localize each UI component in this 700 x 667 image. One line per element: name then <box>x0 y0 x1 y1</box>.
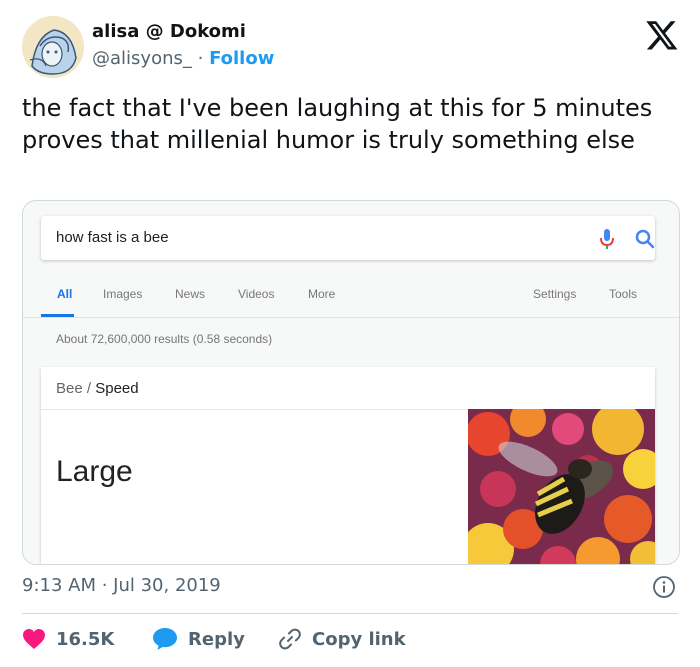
divider <box>22 613 678 614</box>
tab-tools: Tools <box>609 287 638 301</box>
reply-button[interactable]: Reply <box>152 624 245 654</box>
tab-videos: Videos <box>238 287 275 301</box>
tweet-media[interactable]: how fast is a bee All Images News Videos… <box>22 200 680 565</box>
knowledge-panel: Bee / Speed Large <box>41 367 655 564</box>
breadcrumb-separator: / <box>86 380 92 397</box>
like-count: 16.5K <box>56 628 115 650</box>
copy-link-button[interactable]: Copy link <box>278 624 406 654</box>
search-icon <box>635 229 655 249</box>
breadcrumb-main: Bee <box>56 380 83 397</box>
knowledge-panel-header: Bee / Speed <box>41 367 655 410</box>
tab-all: All <box>57 287 73 301</box>
follow-button[interactable]: Follow <box>209 48 274 69</box>
info-icon[interactable] <box>652 575 676 599</box>
breadcrumb-sub: Speed <box>95 380 139 397</box>
breadcrumb: Bee / Speed <box>56 380 139 397</box>
avatar[interactable] <box>22 16 84 78</box>
author-handle[interactable]: @alisyons_ <box>92 48 192 69</box>
x-logo-icon[interactable] <box>645 18 679 52</box>
tab-news: News <box>175 287 206 301</box>
heart-icon <box>23 629 45 649</box>
author-name[interactable]: alisa @ Dokomi <box>92 21 246 42</box>
tweet-timestamp[interactable]: 9:13 AM · Jul 30, 2019 <box>22 575 221 596</box>
search-box: how fast is a bee <box>41 216 655 260</box>
tab-settings: Settings <box>533 287 577 301</box>
tab-images: Images <box>103 287 143 301</box>
answer-text: Large <box>56 455 133 488</box>
tab-more: More <box>308 287 336 301</box>
separator-dot: · <box>197 48 204 69</box>
avatar-illustration <box>22 16 84 78</box>
search-tabs: All Images News Videos More Settings Too… <box>23 281 679 318</box>
result-stats: About 72,600,000 results (0.58 seconds) <box>56 332 273 346</box>
reply-label: Reply <box>188 628 245 650</box>
active-tab-indicator <box>41 314 74 317</box>
bee-photo <box>468 409 655 564</box>
copy-link-label: Copy link <box>312 628 406 650</box>
handle-row: @alisyons_ · Follow <box>92 48 274 69</box>
mic-icon <box>600 229 614 249</box>
search-query: how fast is a bee <box>56 229 169 246</box>
like-button[interactable]: 16.5K <box>22 624 114 654</box>
link-icon <box>279 628 301 650</box>
tweet-text: the fact that I've been laughing at this… <box>22 94 653 154</box>
reply-bubble-icon <box>153 628 177 650</box>
